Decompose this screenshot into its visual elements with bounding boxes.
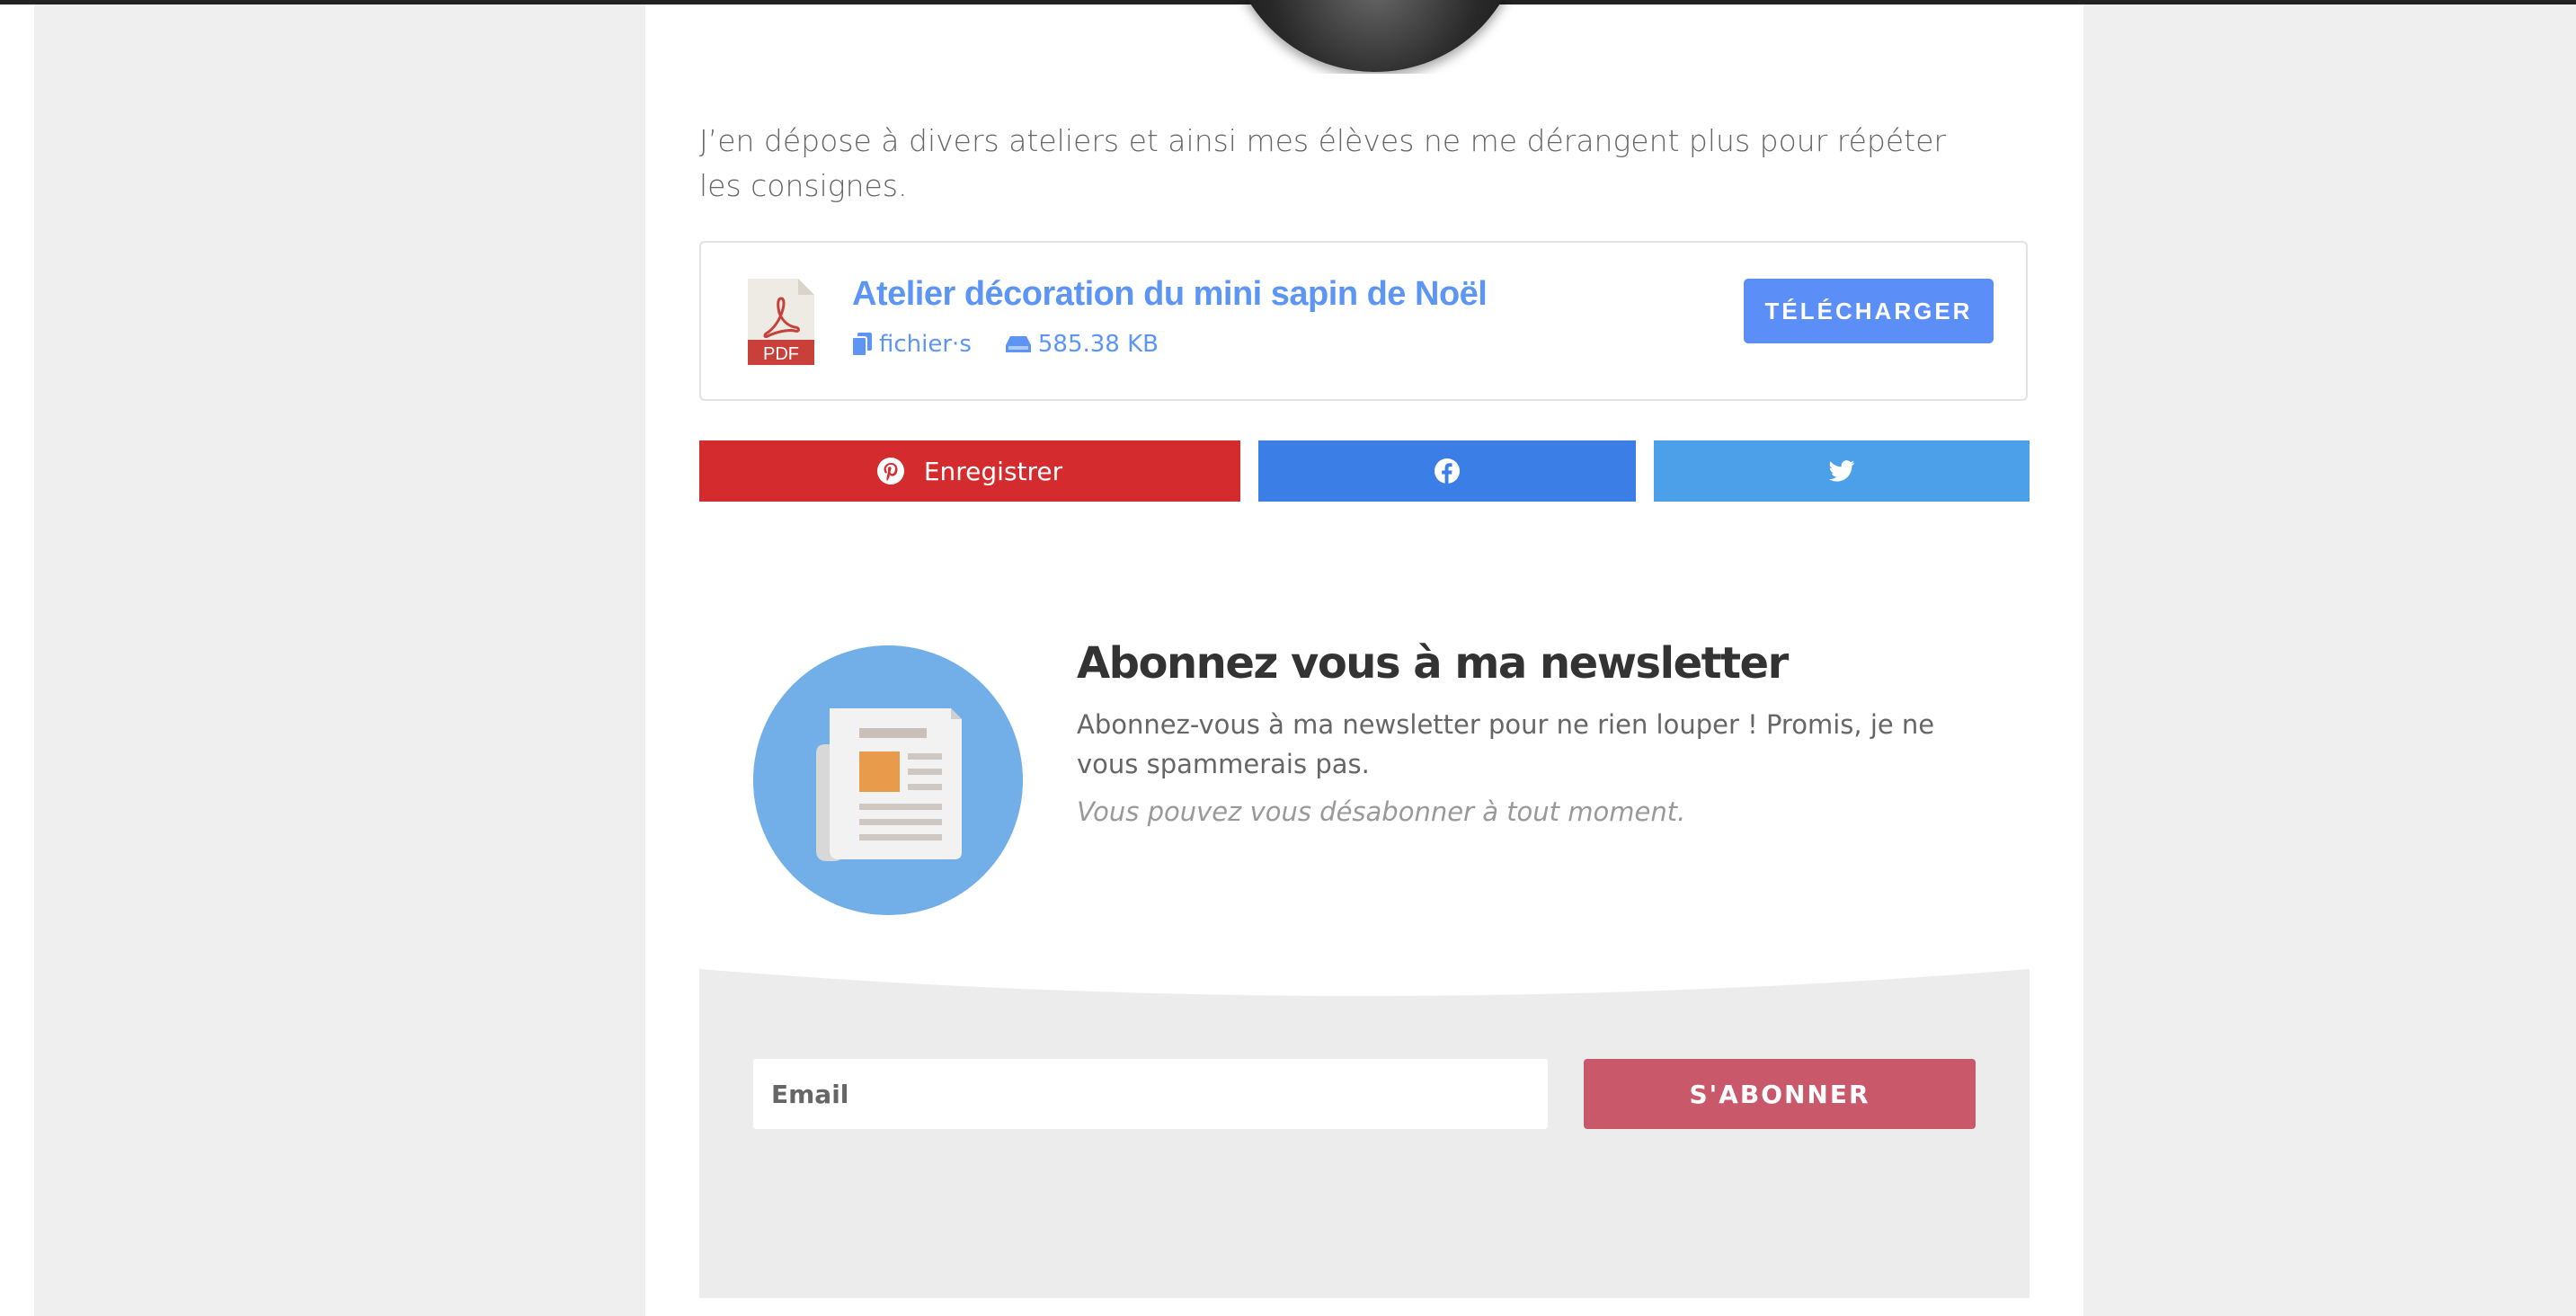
newspaper-icon [816,708,962,861]
newsletter-description: Abonnez-vous à ma newsletter pour ne rie… [1077,709,1935,779]
newsletter-title: Abonnez vous à ma newsletter [1077,638,1789,689]
twitter-icon [1828,460,1855,482]
subscribe-button[interactable]: S'ABONNER [1584,1059,1976,1129]
file-size-value: 585.38 KB [1037,331,1159,358]
email-input[interactable] [753,1059,1548,1129]
pdf-icon-label: PDF [763,344,799,364]
newsletter-illustration [753,645,1023,915]
download-button[interactable]: TÉLÉCHARGER [1744,279,1994,343]
download-title[interactable]: Atelier décoration du mini sapin de Noël [852,275,1488,314]
page-side-background-right [2083,4,2576,1316]
download-card: PDF Atelier décoration du mini sapin de … [699,241,2028,401]
twitter-share-button[interactable] [1654,440,2030,502]
facebook-icon [1435,458,1460,484]
file-size: 585.38 KB [1005,331,1159,358]
file-count: fichier·s [852,331,972,358]
pinterest-share-label: Enregistrer [923,456,1063,486]
newsletter-unsubscribe-note: Vous pouvez vous désabonner à tout momen… [1077,796,1686,827]
facebook-share-button[interactable] [1258,440,1636,502]
newsletter-form: S'ABONNER [699,969,2030,1298]
download-meta: fichier·s 585.38 KB [852,331,1193,358]
article-paragraph: J’en dépose à divers ateliers et ainsi m… [699,123,1946,203]
pinterest-icon [876,458,904,485]
product-image-knob [1227,0,1523,72]
files-icon [852,333,872,356]
form-top-curve [699,969,2030,996]
page-side-background-left [34,4,645,1316]
hard-drive-icon [1005,336,1031,352]
pinterest-share-button[interactable]: Enregistrer [699,440,1240,502]
files-label: fichier·s [879,331,972,358]
product-image [1227,0,1523,74]
pdf-file-icon: PDF [748,279,814,365]
